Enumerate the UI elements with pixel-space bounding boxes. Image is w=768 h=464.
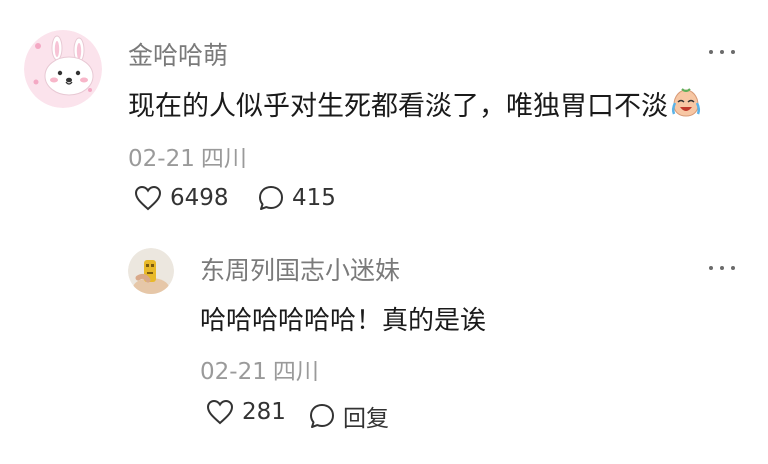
more-options-button[interactable] [709, 263, 735, 273]
comment-location: 四川 [200, 146, 247, 172]
figure-avatar-icon [128, 248, 174, 294]
username[interactable]: 金哈哈萌 [128, 36, 228, 72]
like-button[interactable]: 281 [206, 399, 286, 425]
username[interactable]: 东周列国志小迷妹 [200, 251, 400, 287]
dot-icon [709, 266, 713, 270]
comment-text: 哈哈哈哈哈哈！真的是诶 [200, 306, 487, 336]
comment-text-body: 现在的人似乎对生死都看淡了，唯独胃口不淡 [128, 91, 668, 122]
like-button[interactable]: 6498 [134, 185, 229, 211]
heart-icon [134, 185, 162, 211]
comment-location: 四川 [272, 359, 319, 385]
comment-date: 02-21 [128, 146, 195, 172]
crying-laughing-face-icon [670, 87, 702, 126]
comment-meta: 02-21 四川 [128, 139, 247, 173]
reply-button[interactable]: 回复 [309, 399, 389, 433]
dot-icon [731, 266, 735, 270]
comment-bubble-icon [310, 404, 334, 428]
like-count: 6498 [170, 185, 229, 211]
dot-icon [731, 50, 735, 54]
dot-icon [709, 50, 713, 54]
reply-label: 回复 [343, 406, 389, 432]
avatar[interactable] [24, 30, 102, 108]
avatar[interactable] [128, 248, 174, 294]
heart-icon [206, 399, 234, 425]
more-options-button[interactable] [709, 47, 735, 57]
bunny-avatar-icon [24, 30, 102, 108]
comment-meta: 02-21 四川 [200, 352, 319, 386]
reply-count-button[interactable]: 415 [258, 185, 336, 211]
like-count: 281 [242, 399, 286, 425]
dot-icon [720, 266, 724, 270]
dot-icon [720, 50, 724, 54]
comment-date: 02-21 [200, 359, 267, 385]
comment-bubble-icon [259, 186, 283, 210]
reply-count: 415 [292, 185, 336, 211]
comment-text: 现在的人似乎对生死都看淡了，唯独胃口不淡 [128, 84, 702, 126]
